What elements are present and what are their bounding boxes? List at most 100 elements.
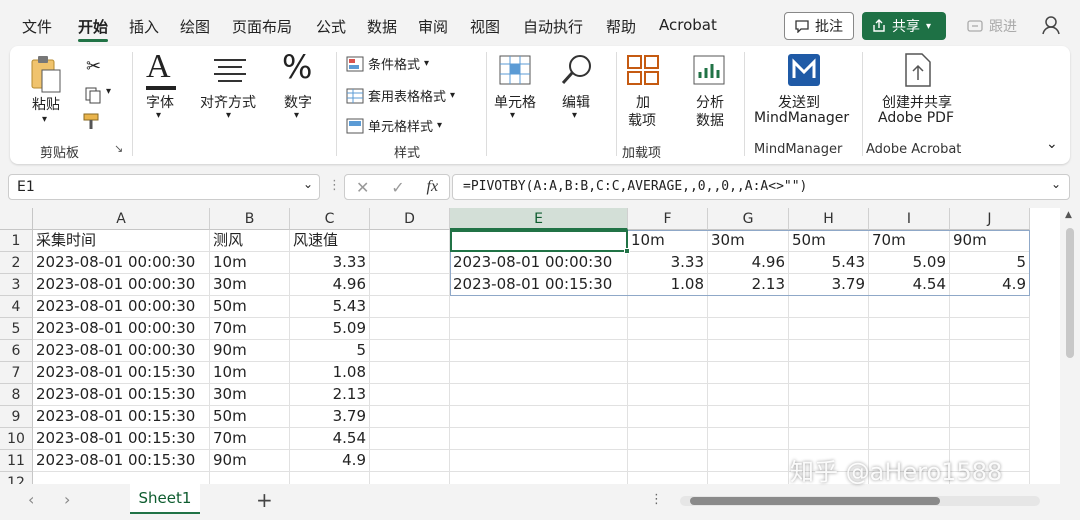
cell[interactable]: 采集时间	[33, 230, 210, 252]
cell[interactable]	[869, 340, 950, 362]
cell[interactable]	[628, 340, 708, 362]
row-header[interactable]: 3	[0, 274, 33, 296]
column-header[interactable]: F	[628, 208, 708, 230]
cell[interactable]: 测风	[210, 230, 290, 252]
cancel-icon[interactable]: ✕	[356, 178, 369, 197]
pdf-label-line1[interactable]: 创建并共享	[882, 92, 952, 112]
cell[interactable]	[370, 384, 450, 406]
sheet-tab[interactable]: Sheet1	[130, 484, 200, 514]
cell[interactable]: 2023-08-01 00:15:30	[33, 428, 210, 450]
cell[interactable]: 50m	[210, 406, 290, 428]
cell[interactable]	[869, 296, 950, 318]
cell[interactable]	[708, 450, 789, 472]
column-header[interactable]: E	[450, 208, 628, 230]
cell[interactable]	[628, 362, 708, 384]
row-header[interactable]: 11	[0, 450, 33, 472]
cell[interactable]	[450, 384, 628, 406]
mindmanager-label-line2[interactable]: MindManager	[754, 110, 849, 126]
cell[interactable]: 2023-08-01 00:15:30	[33, 384, 210, 406]
cell[interactable]	[869, 318, 950, 340]
cell[interactable]: 2023-08-01 00:15:30	[33, 450, 210, 472]
cell[interactable]	[950, 428, 1030, 450]
cut-icon[interactable]: ✂	[86, 56, 101, 77]
fill-handle[interactable]	[624, 248, 630, 254]
cell[interactable]	[708, 428, 789, 450]
vertical-scroll-thumb[interactable]	[1066, 228, 1074, 358]
cell[interactable]: 2023-08-01 00:00:30	[33, 274, 210, 296]
addins-label-line1[interactable]: 加	[636, 92, 650, 112]
cell[interactable]	[628, 296, 708, 318]
cell[interactable]: 70m	[210, 428, 290, 450]
cell[interactable]	[789, 406, 869, 428]
formula-input[interactable]: =PIVOTBY(A:A,B:B,C:C,AVERAGE,,0,,0,,A:A<…	[452, 174, 1070, 200]
cell[interactable]	[370, 318, 450, 340]
cell[interactable]	[708, 406, 789, 428]
cell[interactable]	[789, 384, 869, 406]
cell[interactable]	[950, 406, 1030, 428]
cell[interactable]	[869, 362, 950, 384]
cell[interactable]	[708, 472, 789, 484]
cell[interactable]: 70m	[210, 318, 290, 340]
column-header[interactable]: D	[370, 208, 450, 230]
row-header[interactable]: 8	[0, 384, 33, 406]
cell[interactable]	[708, 384, 789, 406]
cell[interactable]	[628, 450, 708, 472]
select-all-corner[interactable]	[0, 208, 33, 230]
cell[interactable]	[628, 472, 708, 484]
dialog-launcher-icon[interactable]: ↘	[114, 142, 123, 155]
cell[interactable]	[450, 362, 628, 384]
menu-review[interactable]: 审阅	[418, 16, 448, 37]
cell[interactable]	[628, 318, 708, 340]
comment-button[interactable]: 批注	[784, 12, 854, 40]
cell[interactable]	[370, 296, 450, 318]
cell[interactable]	[869, 406, 950, 428]
cell[interactable]: 5.43	[290, 296, 370, 318]
cell[interactable]: 4.54	[290, 428, 370, 450]
analyze-label-line1[interactable]: 分析	[696, 92, 724, 112]
cell[interactable]	[708, 296, 789, 318]
cell[interactable]: 2023-08-01 00:15:30	[33, 362, 210, 384]
cell[interactable]: 2023-08-01 00:00:30	[33, 252, 210, 274]
row-header[interactable]: 10	[0, 428, 33, 450]
cell[interactable]: 4.9	[290, 450, 370, 472]
cell[interactable]: 30m	[210, 274, 290, 296]
cell[interactable]	[950, 362, 1030, 384]
cell[interactable]	[450, 450, 628, 472]
menu-insert[interactable]: 插入	[129, 16, 159, 37]
more-options-icon[interactable]: ⋮	[328, 178, 341, 193]
chevron-down-icon[interactable]: ▾	[294, 110, 299, 121]
cell[interactable]	[370, 472, 450, 484]
cell[interactable]: 2023-08-01 00:00:30	[33, 296, 210, 318]
cell[interactable]	[628, 428, 708, 450]
cell[interactable]	[370, 406, 450, 428]
cell[interactable]	[950, 384, 1030, 406]
menu-automate[interactable]: 自动执行	[523, 16, 583, 37]
cell[interactable]	[789, 296, 869, 318]
row-header[interactable]: 5	[0, 318, 33, 340]
font-button[interactable]: 字体	[146, 92, 174, 112]
cell[interactable]	[789, 428, 869, 450]
cell[interactable]	[708, 362, 789, 384]
enter-icon[interactable]: ✓	[391, 178, 404, 197]
menu-draw[interactable]: 绘图	[180, 16, 210, 37]
cell[interactable]	[370, 428, 450, 450]
expand-formula-icon[interactable]: ⌄	[1051, 177, 1061, 191]
cell[interactable]: 3.33	[290, 252, 370, 274]
column-header[interactable]: G	[708, 208, 789, 230]
chevron-down-icon[interactable]: ⌄	[303, 177, 313, 191]
cell[interactable]	[370, 340, 450, 362]
menu-formulas[interactable]: 公式	[316, 16, 346, 37]
cell[interactable]: 1.08	[290, 362, 370, 384]
cell-style-button[interactable]: 单元格样式 ▾	[346, 116, 442, 135]
vertical-scrollbar[interactable]: ▲	[1060, 208, 1080, 484]
chevron-down-icon[interactable]: ▾	[226, 110, 231, 121]
column-header[interactable]: H	[789, 208, 869, 230]
cell[interactable]: 2023-08-01 00:00:30	[33, 318, 210, 340]
cell[interactable]: 30m	[210, 384, 290, 406]
person-icon[interactable]	[1041, 14, 1063, 36]
menu-data[interactable]: 数据	[367, 16, 397, 37]
table-format-button[interactable]: 套用表格格式 ▾	[346, 86, 455, 105]
chevron-down-icon[interactable]: ▾	[572, 110, 577, 121]
chevron-down-icon[interactable]: ▾	[156, 110, 161, 121]
column-header[interactable]: B	[210, 208, 290, 230]
